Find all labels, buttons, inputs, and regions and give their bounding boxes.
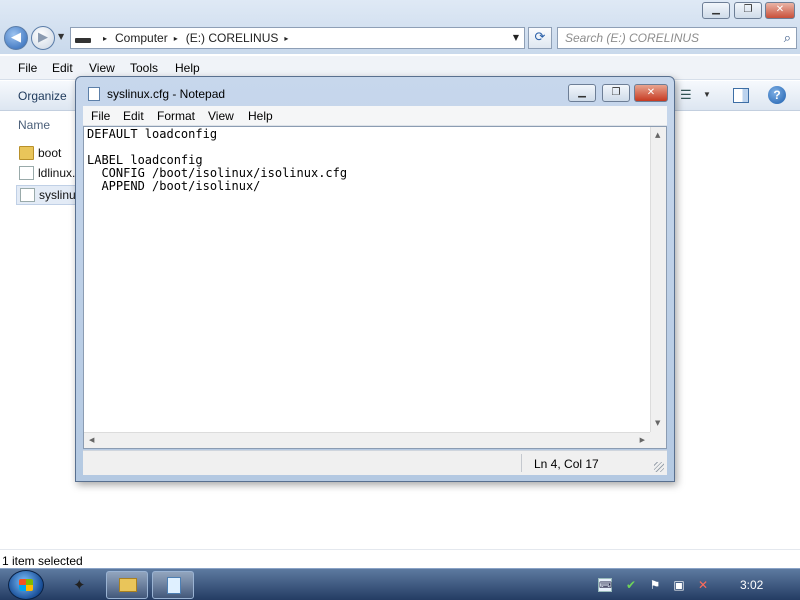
column-header-name[interactable]: Name — [18, 118, 50, 132]
address-bar[interactable]: ▸ Computer ▸ (E:) CORELINUS ▸ — [70, 27, 525, 49]
refresh-button[interactable]: ⟳ — [528, 27, 552, 49]
menu-file[interactable]: File — [91, 109, 110, 123]
keyboard-icon[interactable]: ⌨ — [598, 578, 612, 592]
notepad-icon — [167, 577, 181, 594]
scroll-right-icon[interactable]: ▶ — [640, 436, 645, 444]
back-button[interactable]: ◀ — [4, 26, 28, 50]
change-view-icon[interactable]: ☰ — [680, 88, 694, 102]
folder-icon — [19, 146, 34, 160]
minimize-button[interactable]: ▁ — [702, 2, 730, 19]
minimize-button[interactable]: ▁ — [568, 84, 596, 102]
search-placeholder: Search (E:) CORELINUS — [565, 31, 700, 45]
menu-tools[interactable]: Tools — [130, 61, 158, 75]
list-item[interactable]: syslinux — [16, 185, 82, 205]
start-button[interactable] — [8, 570, 44, 600]
status-divider — [521, 454, 522, 472]
menu-view[interactable]: View — [208, 109, 234, 123]
recent-pages-dropdown[interactable]: ▼ — [58, 32, 64, 41]
menu-help[interactable]: Help — [248, 109, 273, 123]
file-icon — [19, 166, 34, 180]
menu-help[interactable]: Help — [175, 61, 200, 75]
volume-muted-icon[interactable]: ✕ — [696, 578, 710, 592]
menu-edit[interactable]: Edit — [52, 61, 73, 75]
scroll-up-icon[interactable]: ▲ — [655, 131, 660, 139]
breadcrumb-computer[interactable]: Computer — [115, 31, 168, 45]
close-button[interactable]: ✕ — [765, 2, 795, 19]
menu-edit[interactable]: Edit — [123, 109, 144, 123]
file-name: boot — [38, 146, 62, 160]
notepad-window: syslinux.cfg - Notepad ▁ ❐ ✕ File Edit F… — [75, 76, 675, 482]
action-center-flag-icon[interactable]: ⚑ — [648, 578, 662, 592]
document-text[interactable]: DEFAULT loadconfig LABEL loadconfig CONF… — [87, 128, 347, 193]
notepad-menubar: File Edit Format View Help — [83, 106, 667, 126]
menu-view[interactable]: View — [89, 61, 115, 75]
help-icon[interactable]: ? — [768, 86, 786, 104]
notepad-statusbar: Ln 4, Col 17 — [83, 450, 667, 475]
vertical-scrollbar[interactable]: ▲ ▼ — [650, 127, 666, 433]
cursor-position: Ln 4, Col 17 — [534, 457, 599, 471]
taskbar: ✦ ⌨ ✔ ⚑ ▣ ✕ 3:02 — [0, 568, 800, 600]
chevron-right-icon[interactable]: ▸ — [284, 34, 288, 43]
explorer-titlebar: ▁ ❐ ✕ ◀ ▶ ▼ ▸ Computer ▸ (E:) CORELINUS … — [0, 0, 800, 54]
scroll-left-icon[interactable]: ◀ — [89, 436, 94, 444]
window-title: syslinux.cfg - Notepad — [107, 87, 226, 101]
selection-status: 1 item selected — [2, 554, 83, 568]
clock[interactable]: 3:02 — [740, 578, 763, 592]
scroll-corner — [650, 432, 666, 448]
breadcrumb-drive[interactable]: (E:) CORELINUS — [186, 31, 279, 45]
close-button[interactable]: ✕ — [634, 84, 668, 102]
view-dropdown[interactable]: ▼ — [703, 90, 711, 99]
forward-button[interactable]: ▶ — [31, 26, 55, 50]
maximize-button[interactable]: ❐ — [602, 84, 630, 102]
maximize-button[interactable]: ❐ — [734, 2, 762, 19]
text-editor[interactable]: DEFAULT loadconfig LABEL loadconfig CONF… — [83, 126, 667, 449]
menu-file[interactable]: File — [18, 61, 37, 75]
horizontal-scrollbar[interactable]: ◀ ▶ — [84, 432, 650, 448]
drive-icon — [75, 37, 91, 43]
chevron-right-icon: ▸ — [103, 33, 108, 43]
list-item[interactable]: boot — [16, 144, 78, 164]
taskbar-explorer[interactable] — [106, 571, 148, 599]
address-dropdown[interactable]: ▼ — [508, 27, 524, 49]
file-icon — [20, 188, 35, 202]
taskbar-notepad[interactable] — [152, 571, 194, 599]
preview-pane-icon[interactable] — [733, 88, 749, 103]
explorer-statusbar: 1 item selected — [0, 549, 800, 569]
scroll-down-icon[interactable]: ▼ — [655, 419, 660, 427]
notepad-icon — [88, 87, 100, 101]
windows-logo-icon-lower — [19, 585, 33, 591]
folder-icon — [119, 578, 137, 592]
file-name: ldlinux. — [38, 166, 76, 180]
resize-grip[interactable] — [654, 462, 664, 472]
list-item[interactable]: ldlinux. — [16, 164, 78, 184]
menu-format[interactable]: Format — [157, 109, 195, 123]
search-icon[interactable]: ⌕ — [784, 30, 791, 46]
network-icon[interactable]: ▣ — [672, 578, 686, 592]
security-icon[interactable]: ✔ — [624, 578, 638, 592]
chevron-right-icon: ▸ — [173, 33, 178, 43]
taskbar-app-1[interactable]: ✦ — [60, 571, 102, 599]
search-input[interactable]: Search (E:) CORELINUS ⌕ — [557, 27, 797, 49]
app-icon: ✦ — [73, 576, 86, 594]
organize-button[interactable]: Organize — [18, 89, 67, 103]
